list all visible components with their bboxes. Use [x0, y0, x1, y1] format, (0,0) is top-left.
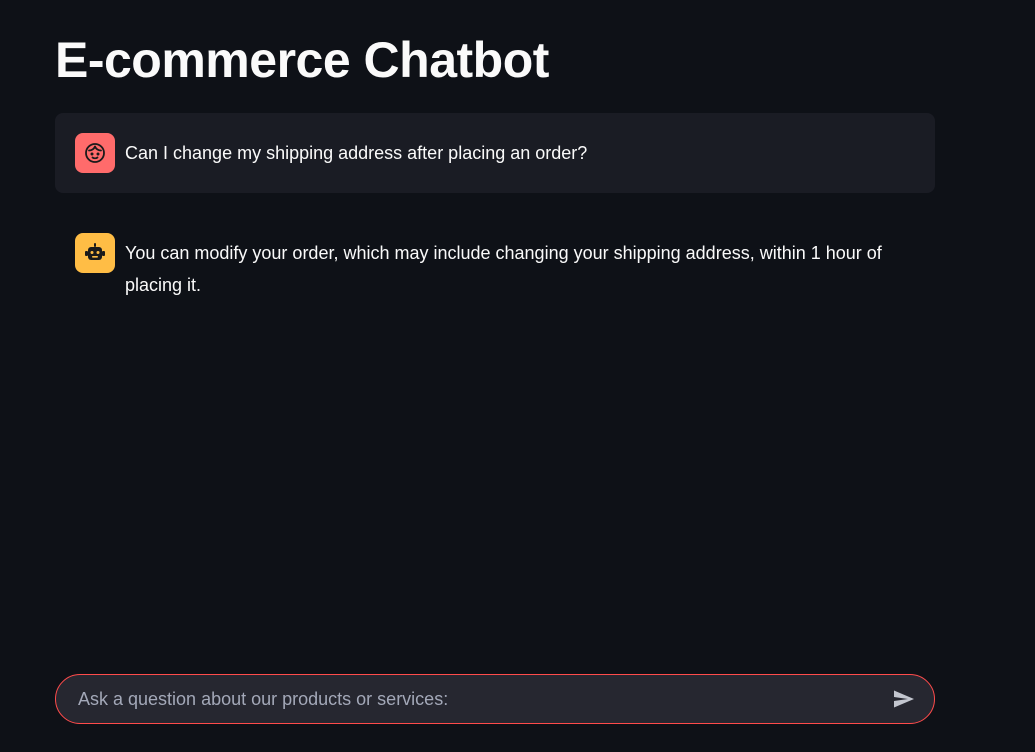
robot-icon — [85, 243, 105, 260]
chat-input[interactable] — [76, 674, 886, 724]
user-face-icon — [85, 143, 105, 163]
send-icon — [894, 690, 914, 708]
user-avatar — [75, 133, 115, 173]
assistant-message-text: You can modify your order, which may inc… — [125, 243, 882, 295]
send-button[interactable] — [886, 681, 922, 717]
chat-app: E-commerce Chatbot Can I change my shipp… — [0, 0, 1035, 752]
user-message-text: Can I change my shipping address after p… — [125, 143, 588, 163]
assistant-avatar — [75, 233, 115, 273]
page-title: E-commerce Chatbot — [55, 32, 549, 88]
chat-message-assistant: You can modify your order, which may inc… — [55, 213, 935, 321]
chat-message-user: Can I change my shipping address after p… — [55, 113, 935, 193]
chat-input-container — [55, 674, 935, 724]
